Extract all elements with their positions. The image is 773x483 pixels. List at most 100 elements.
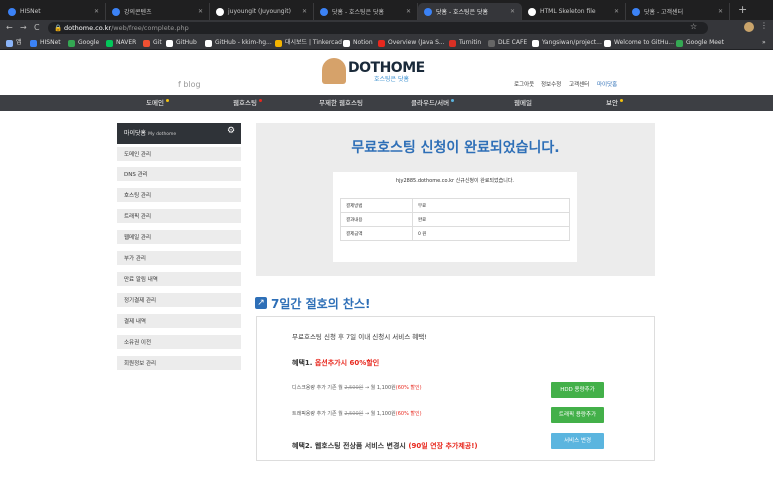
service-change-button[interactable]: 서비스 변경: [551, 433, 604, 449]
row-label: 결과내용: [340, 212, 413, 227]
bookmark-label: GitHub - kkim-hg...: [215, 39, 272, 46]
favicon-icon: [112, 7, 120, 16]
more-bookmarks-button[interactable]: »: [762, 38, 766, 48]
blog-link[interactable]: f blog: [178, 80, 201, 89]
bookmark-item[interactable]: Google: [68, 38, 99, 48]
bookmark-item[interactable]: Notion: [343, 38, 373, 48]
browser-tab[interactable]: HTML Skeleton file ✕: [522, 3, 626, 20]
back-button[interactable]: ←: [6, 21, 13, 35]
bookmark-label: HISNet: [40, 39, 61, 46]
sidebar-item-payments[interactable]: 결제 내역: [117, 314, 241, 331]
traffic-offer: 트래픽용량 추가 기존 월 2,500원 → 월 1,100원(60% 할인): [292, 410, 422, 417]
github-icon: [604, 39, 611, 47]
forward-button[interactable]: →: [20, 21, 27, 35]
close-icon[interactable]: ✕: [510, 8, 515, 15]
sidebar-item-domain[interactable]: 도메인 관리: [117, 147, 241, 164]
promo-lead: 무료호스팅 신청 후 7일 이내 신청시 서비스 혜택!: [292, 333, 427, 341]
logo-mascot: [322, 58, 346, 84]
sidebar-item-traffic[interactable]: 트래픽 관리: [117, 209, 241, 226]
sidebar-item-hosting[interactable]: 호스팅 관리: [117, 188, 241, 205]
nav-security[interactable]: 보안: [606, 95, 623, 111]
row-value: 완료: [412, 212, 570, 227]
support-link[interactable]: 고객센터: [569, 80, 589, 88]
bookmark-label: Google: [78, 39, 100, 46]
bookmark-item[interactable]: GitHub - kkim-hg...: [205, 38, 272, 48]
bookmark-label: GitHub: [176, 39, 197, 46]
reload-button[interactable]: C: [34, 21, 40, 35]
menu-icon[interactable]: ⋮: [760, 21, 768, 30]
star-icon[interactable]: ☆: [690, 22, 697, 31]
bookmark-item[interactable]: DLE CAFE: [488, 38, 527, 48]
browser-tab-active[interactable]: 닷홈 - 호스팅은 닷홈 ✕: [418, 3, 522, 20]
benefit-highlight: (90일 연장 추가제공!): [408, 442, 478, 450]
row-label: 결제금액: [340, 226, 413, 241]
sidebar-item-member[interactable]: 회원정보 관리: [117, 356, 241, 373]
close-icon[interactable]: ✕: [94, 8, 99, 15]
sidebar-item-transfer[interactable]: 소유권 이전: [117, 335, 241, 352]
sidebar-item-expiry[interactable]: 만료 알림 내역: [117, 272, 241, 289]
bookmark-item[interactable]: Turnitin: [449, 38, 481, 48]
close-icon[interactable]: ✕: [406, 8, 411, 15]
new-price: → 월 1,100원: [363, 411, 396, 417]
bookmark-item[interactable]: Yangsiwan/project...: [532, 38, 602, 48]
bookmark-item[interactable]: Git: [143, 38, 162, 48]
avatar[interactable]: [744, 22, 754, 32]
bookmark-item[interactable]: 대시보드 | Tinkercad: [275, 38, 342, 48]
old-price: 2,500원: [344, 411, 364, 417]
offer-text: 트래픽용량 추가 기존 월: [292, 411, 345, 417]
close-icon[interactable]: ✕: [614, 8, 619, 15]
nav-domain[interactable]: 도메인: [146, 95, 169, 111]
logo-subtitle: 호스팅은 닷홈: [374, 76, 410, 83]
dot-icon: [451, 99, 455, 102]
nav-label: 무제한 웹호스팅: [319, 99, 363, 107]
browser-tab[interactable]: juyoungit (Juyoungit) ✕: [210, 3, 314, 20]
bookmark-item[interactable]: Welcome to GitHu...: [604, 38, 674, 48]
nav-cloud-server[interactable]: 클라우드/서버: [411, 95, 455, 111]
bookmark-item[interactable]: NAVER: [106, 38, 136, 48]
bookmark-item[interactable]: Overview (Java S...: [378, 38, 445, 48]
tab-title: 닷홈 - 호스팅은 닷홈: [436, 9, 489, 16]
browser-tab[interactable]: HISNet ✕: [2, 3, 106, 20]
bookmark-label: Notion: [353, 39, 373, 46]
bookmark-item[interactable]: HISNet: [30, 38, 61, 48]
browser-tab[interactable]: 강의콘텐츠 ✕: [106, 3, 210, 20]
sidebar-item-dns[interactable]: DNS 관리: [117, 167, 241, 184]
traffic-add-button[interactable]: 트래픽 용량추가: [551, 407, 604, 423]
hdd-add-button[interactable]: HDD 용량추가: [551, 382, 604, 398]
close-icon[interactable]: ✕: [198, 8, 203, 15]
logout-link[interactable]: 로그아웃: [514, 80, 534, 88]
browser-tab[interactable]: 닷홈 - 호스팅은 닷홈 ✕: [314, 3, 418, 20]
sidebar-item-autopay[interactable]: 정기결제 관리: [117, 293, 241, 310]
address-bar[interactable]: 🔒 dothome.co.kr/web/free/complete.php: [48, 22, 708, 34]
github-icon: [216, 7, 224, 16]
dot-icon: [619, 99, 623, 102]
nav-webhosting[interactable]: 웹호스팅: [233, 95, 262, 111]
github-icon: [528, 7, 536, 16]
bookmark-label: Yangsiwan/project...: [542, 39, 602, 46]
close-icon[interactable]: ✕: [302, 8, 307, 15]
bookmark-item[interactable]: GitHub: [166, 38, 197, 48]
bookmark-icon: [68, 39, 75, 47]
site-logo[interactable]: DOTHOME 호스팅은 닷홈: [320, 56, 440, 86]
edit-profile-link[interactable]: 정보수정: [541, 80, 561, 88]
result-table: 결제방법 무료 결과내용 완료 결제금액 0 원: [340, 198, 570, 241]
nav-webmail[interactable]: 웹메일: [514, 95, 532, 111]
sidebar-item-webmail[interactable]: 웹메일 관리: [117, 230, 241, 247]
mydothome-link[interactable]: 마이닷홈: [597, 80, 617, 88]
tab-title: 닷홈 - 호스팅은 닷홈: [332, 9, 385, 16]
bookmark-icon: [449, 39, 456, 47]
row-value: 0 원: [412, 226, 570, 241]
gear-icon[interactable]: ⚙: [227, 126, 235, 136]
new-tab-button[interactable]: +: [738, 3, 747, 17]
disk-offer: 디스크용량 추가 기존 월 2,500원 → 월 1,100원(60% 할인): [292, 384, 422, 391]
table-row: 결제방법 무료: [340, 198, 570, 213]
github-icon: [166, 39, 173, 47]
close-icon[interactable]: ✕: [718, 8, 723, 15]
bookmark-item[interactable]: Google Meet: [676, 38, 724, 48]
nav-unlimited-hosting[interactable]: 무제한 웹호스팅: [319, 95, 363, 111]
browser-tab[interactable]: 닷홈 - 고객센터 ✕: [626, 3, 730, 20]
bookmark-item[interactable]: 앱: [6, 38, 22, 48]
discount: (60% 할인): [395, 385, 422, 391]
nav-label: 웹메일: [514, 99, 532, 107]
sidebar-item-addons[interactable]: 부가 관리: [117, 251, 241, 268]
